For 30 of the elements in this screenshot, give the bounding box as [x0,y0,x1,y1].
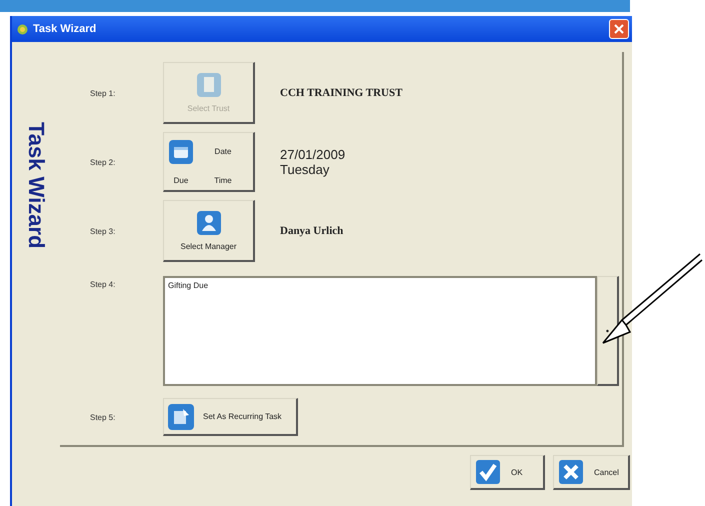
due-label: Due [174,176,188,184]
window-title: Task Wizard [33,23,98,35]
person-icon [196,210,222,236]
cancel-button[interactable]: Cancel [553,455,630,490]
notes-field[interactable]: Gifting Due [163,276,597,386]
side-title: Task Wizard [23,122,49,249]
step-label: Step 2: [89,158,116,166]
app-icon [17,24,28,34]
step-label: Step 5: [89,412,116,422]
ok-button[interactable]: OK [470,455,545,490]
date-button[interactable]: Date Due Time [163,132,255,192]
step-label: Step 3: [89,226,116,236]
time-label: Time [214,176,232,184]
close-icon [614,24,624,34]
calendar-icon [168,138,194,164]
document-icon [196,72,222,98]
date-value: 27/01/2009 [280,147,346,162]
cross-icon [558,459,584,485]
date-label: Date [214,147,232,156]
check-icon [475,459,501,485]
step-label: Step 4: [89,279,116,289]
recurring-task-button[interactable]: Set As Recurring Task [163,398,298,436]
selected-value: Danya Urlich [280,225,344,237]
select-button[interactable]: Select Manager [163,200,255,262]
selected-value: CCH TRAINING TRUST [280,87,402,99]
date-value: Tuesday [280,162,330,177]
edit-icon [167,402,195,430]
close-button[interactable] [609,19,629,39]
step-label: Step 1: [89,88,116,98]
expand-button[interactable]: • [597,276,619,386]
